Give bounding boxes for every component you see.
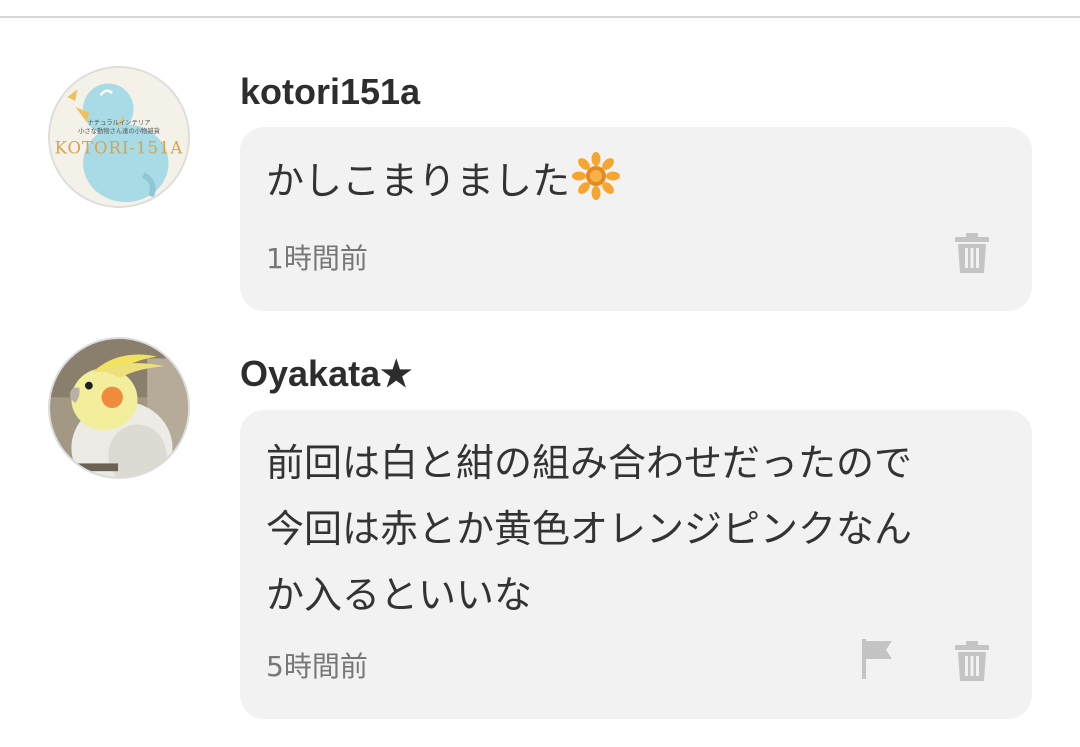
- comment-bubble: かしこまりました 1時間前: [240, 127, 1032, 311]
- sunflower-icon: [572, 152, 621, 221]
- comment-text: 前回は白と紺の組み合わせだったので 今回は赤とか黄色オレンジピンクなん か入ると…: [266, 430, 1004, 628]
- avatar[interactable]: [48, 337, 190, 479]
- flag-icon[interactable]: [860, 639, 896, 679]
- comment-text-line: 前回は白と紺の組み合わせだったので: [266, 441, 913, 485]
- comment-username[interactable]: kotori151a: [240, 74, 420, 110]
- kotori-logo-icon: ナチュラルインテリア 小さな動物さん達の小物雑貨 KOTORI-151A: [50, 68, 188, 206]
- comment-text-line: か入るといいな: [266, 573, 533, 617]
- trash-icon[interactable]: [954, 641, 990, 681]
- comment-bubble: 前回は白と紺の組み合わせだったので 今回は赤とか黄色オレンジピンクなん か入ると…: [240, 410, 1032, 719]
- comment-text: かしこまりました: [266, 147, 1004, 221]
- comment-text-line: 今回は赤とか黄色オレンジピンクなん: [266, 507, 913, 551]
- top-divider: [0, 16, 1080, 18]
- avatar[interactable]: ナチュラルインテリア 小さな動物さん達の小物雑貨 KOTORI-151A: [48, 66, 190, 208]
- comment-timestamp: 5時間前: [266, 650, 368, 683]
- logo-small-line2: 小さな動物さん達の小物雑貨: [78, 126, 160, 135]
- comment-username[interactable]: Oyakata★: [240, 356, 412, 392]
- trash-icon[interactable]: [954, 233, 990, 273]
- logo-small-line1: ナチュラルインテリア: [88, 118, 151, 126]
- logo-main-text: KOTORI-151A: [55, 139, 184, 158]
- comment-text-line: かしこまりました: [266, 159, 571, 203]
- comment-timestamp: 1時間前: [266, 242, 368, 275]
- cockatiel-photo-icon: [50, 339, 188, 477]
